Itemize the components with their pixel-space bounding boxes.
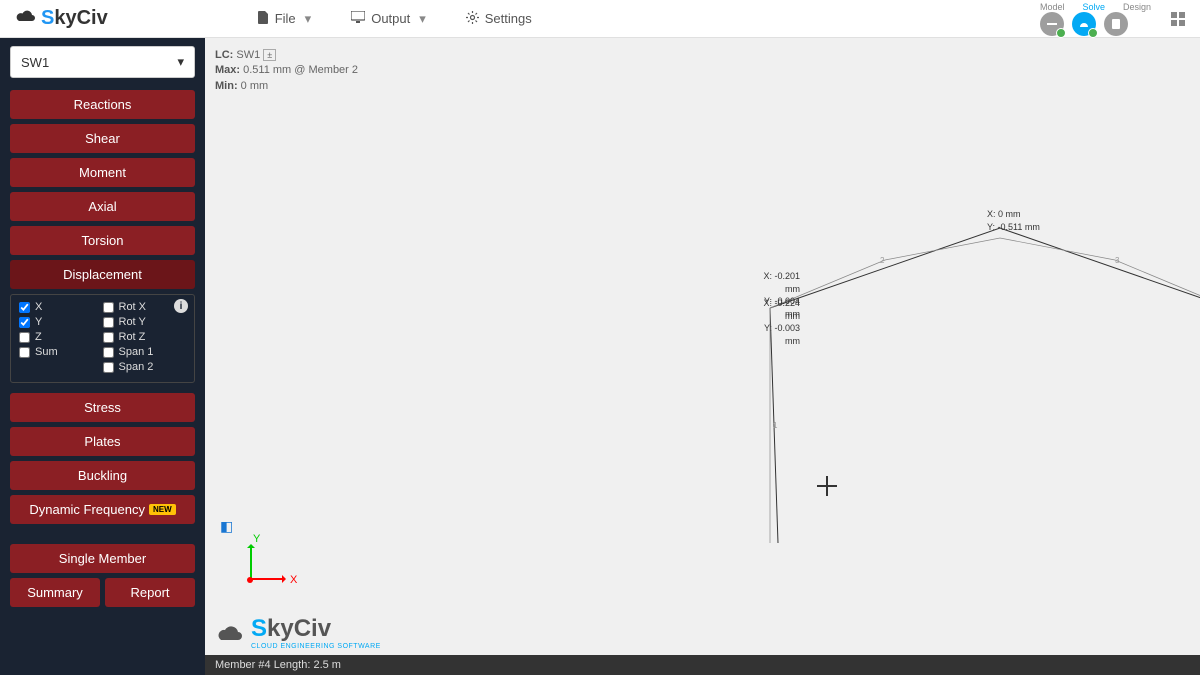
left-lower-labels: X: -0.224 mm Y: -0.003 mm bbox=[750, 297, 800, 347]
solve-stage-button[interactable] bbox=[1072, 12, 1096, 36]
top-bar: SkyCiv File Output Settings Model Solve bbox=[0, 0, 1200, 38]
displacement-options: i X Y Z Sum Rot X Rot Y Rot Z Span 1 Spa… bbox=[10, 294, 195, 383]
design-stage-button[interactable] bbox=[1104, 12, 1128, 36]
lc-info: LC: SW1 ± Max: 0.511 mm @ Member 2 Min: … bbox=[215, 48, 358, 94]
model-stage-button[interactable] bbox=[1040, 12, 1064, 36]
monitor-icon bbox=[351, 11, 365, 26]
status-text: Member #4 Length: 2.5 m bbox=[215, 659, 341, 671]
summary-button[interactable]: Summary bbox=[10, 578, 100, 607]
disp-span2-checkbox[interactable]: Span 2 bbox=[103, 361, 187, 373]
buckling-button[interactable]: Buckling bbox=[10, 461, 195, 490]
displacement-button[interactable]: Displacement bbox=[10, 260, 195, 289]
stress-button[interactable]: Stress bbox=[10, 393, 195, 422]
svg-text:2: 2 bbox=[880, 256, 885, 265]
file-icon bbox=[258, 11, 269, 27]
view-cube-icon[interactable]: ◧ bbox=[220, 518, 233, 535]
cloud-icon bbox=[15, 7, 37, 30]
top-right: Model Solve Design bbox=[1040, 2, 1185, 36]
load-case-select[interactable]: SW1 ▾ bbox=[10, 46, 195, 78]
check-icon bbox=[1056, 28, 1066, 38]
disp-x-checkbox[interactable]: X bbox=[19, 301, 103, 313]
report-button[interactable]: Report bbox=[105, 578, 195, 607]
moment-button[interactable]: Moment bbox=[10, 158, 195, 187]
status-bar: Member #4 Length: 2.5 m bbox=[205, 655, 1200, 675]
check-icon bbox=[1088, 28, 1098, 38]
output-label: Output bbox=[371, 11, 410, 26]
top-node-labels: X: 0 mm Y: -0.511 mm bbox=[987, 208, 1040, 233]
axis-origin bbox=[247, 577, 253, 583]
y-axis-label: Y bbox=[253, 533, 260, 545]
x-axis-label: X bbox=[290, 574, 297, 586]
gear-icon bbox=[466, 11, 479, 27]
stage-solve-label: Solve bbox=[1082, 2, 1105, 12]
info-icon[interactable]: i bbox=[174, 299, 188, 313]
disp-roty-checkbox[interactable]: Rot Y bbox=[103, 316, 187, 328]
file-label: File bbox=[275, 11, 296, 26]
disp-sum-checkbox[interactable]: Sum bbox=[19, 346, 103, 358]
main: SW1 ▾ Reactions Shear Moment Axial Torsi… bbox=[0, 38, 1200, 675]
torsion-button[interactable]: Torsion bbox=[10, 226, 195, 255]
top-menu: File Output Settings bbox=[258, 11, 532, 27]
logo: SkyCiv bbox=[15, 7, 108, 30]
shear-button[interactable]: Shear bbox=[10, 124, 195, 153]
output-menu[interactable]: Output bbox=[351, 11, 426, 27]
crosshair-cursor bbox=[817, 476, 837, 496]
watermark-tagline: CLOUD ENGINEERING SOFTWARE bbox=[251, 643, 381, 650]
chevron-down-icon: ▾ bbox=[177, 54, 184, 70]
brand-text: kyCiv bbox=[54, 7, 107, 29]
sidebar: SW1 ▾ Reactions Shear Moment Axial Torsi… bbox=[0, 38, 205, 675]
disp-span1-checkbox[interactable]: Span 1 bbox=[103, 346, 187, 358]
disp-z-checkbox[interactable]: Z bbox=[19, 331, 103, 343]
axial-button[interactable]: Axial bbox=[10, 192, 195, 221]
stage-design-label: Design bbox=[1123, 2, 1151, 12]
single-member-button[interactable]: Single Member bbox=[10, 544, 195, 573]
x-axis bbox=[250, 578, 285, 580]
stage-model-label: Model bbox=[1040, 2, 1065, 12]
settings-label: Settings bbox=[485, 11, 532, 26]
file-menu[interactable]: File bbox=[258, 11, 311, 27]
svg-text:3: 3 bbox=[1115, 256, 1120, 265]
load-case-value: SW1 bbox=[21, 55, 49, 70]
cloud-icon bbox=[215, 622, 245, 644]
y-axis bbox=[250, 545, 252, 580]
apps-icon[interactable] bbox=[1171, 12, 1185, 26]
watermark: SkyCiv CLOUD ENGINEERING SOFTWARE bbox=[215, 615, 381, 650]
reactions-button[interactable]: Reactions bbox=[10, 90, 195, 119]
disp-rotz-checkbox[interactable]: Rot Z bbox=[103, 331, 187, 343]
settings-menu[interactable]: Settings bbox=[466, 11, 532, 27]
svg-text:1: 1 bbox=[773, 421, 778, 430]
plates-button[interactable]: Plates bbox=[10, 427, 195, 456]
disp-y-checkbox[interactable]: Y bbox=[19, 316, 103, 328]
stage-nav: Model Solve Design bbox=[1040, 2, 1151, 36]
dynamic-frequency-button[interactable]: Dynamic Frequency NEW bbox=[10, 495, 195, 524]
new-badge: NEW bbox=[149, 504, 176, 515]
canvas[interactable]: LC: SW1 ± Max: 0.511 mm @ Member 2 Min: … bbox=[205, 38, 1200, 675]
